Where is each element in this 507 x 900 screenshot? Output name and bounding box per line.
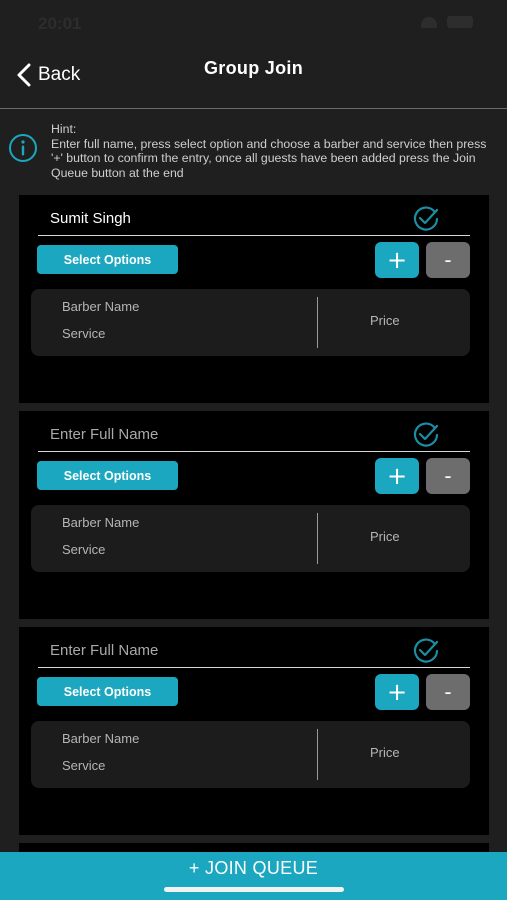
- hint-panel: Hint: Enter full name, press select opti…: [8, 119, 499, 180]
- group-join-content: Hint: Enter full name, press select opti…: [0, 109, 507, 852]
- wifi-icon: [421, 16, 437, 28]
- check-circle-icon[interactable]: [412, 421, 440, 447]
- service-label: Service: [62, 326, 106, 341]
- full-name-input[interactable]: [50, 635, 390, 665]
- select-options-button[interactable]: Select Options: [37, 461, 178, 490]
- guest-card-partial: [19, 843, 489, 852]
- remove-guest-button[interactable]: -: [426, 674, 470, 710]
- status-icons: [421, 16, 473, 28]
- selection-details: Barber Name Service Price: [31, 721, 470, 788]
- price-label: Price: [370, 529, 400, 544]
- price-label: Price: [370, 745, 400, 760]
- detail-divider: [317, 297, 318, 348]
- add-guest-button[interactable]: +: [375, 674, 419, 710]
- nav-bar: Back Group Join: [0, 46, 507, 109]
- join-queue-button[interactable]: + JOIN QUEUE: [0, 852, 507, 900]
- service-label: Service: [62, 542, 106, 557]
- hint-body: Enter full name, press select option and…: [51, 136, 487, 180]
- selection-details: Barber Name Service Price: [31, 289, 470, 356]
- guest-card: Select Options + - Barber Name Service P…: [19, 195, 489, 403]
- page-title: Group Join: [204, 58, 303, 78]
- barber-name-label: Barber Name: [62, 515, 140, 530]
- home-indicator: [164, 887, 344, 892]
- remove-guest-button[interactable]: -: [426, 458, 470, 494]
- check-circle-icon[interactable]: [412, 637, 440, 663]
- info-circle-icon: [9, 134, 37, 162]
- status-bar: 20:01: [0, 0, 507, 46]
- check-circle-icon[interactable]: [412, 205, 440, 231]
- remove-guest-button[interactable]: -: [426, 242, 470, 278]
- barber-name-label: Barber Name: [62, 731, 140, 746]
- price-label: Price: [370, 313, 400, 328]
- select-options-button[interactable]: Select Options: [37, 677, 178, 706]
- guest-card: Select Options + - Barber Name Service P…: [19, 627, 489, 835]
- add-guest-button[interactable]: +: [375, 458, 419, 494]
- full-name-input[interactable]: [50, 419, 390, 449]
- name-row: [38, 419, 470, 452]
- status-time: 20:01: [38, 14, 82, 33]
- join-queue-label: + JOIN QUEUE: [188, 858, 319, 878]
- selection-details: Barber Name Service Price: [31, 505, 470, 572]
- select-options-button[interactable]: Select Options: [37, 245, 178, 274]
- service-label: Service: [62, 758, 106, 773]
- hint-text: Hint: Enter full name, press select opti…: [51, 122, 499, 180]
- detail-divider: [317, 729, 318, 780]
- add-guest-button[interactable]: +: [375, 242, 419, 278]
- name-row: [38, 635, 470, 668]
- name-row: [38, 203, 470, 236]
- barber-name-label: Barber Name: [62, 299, 140, 314]
- battery-icon: [447, 16, 473, 28]
- full-name-input[interactable]: [50, 203, 390, 233]
- detail-divider: [317, 513, 318, 564]
- hint-title: Hint:: [51, 122, 77, 136]
- guest-card: Select Options + - Barber Name Service P…: [19, 411, 489, 619]
